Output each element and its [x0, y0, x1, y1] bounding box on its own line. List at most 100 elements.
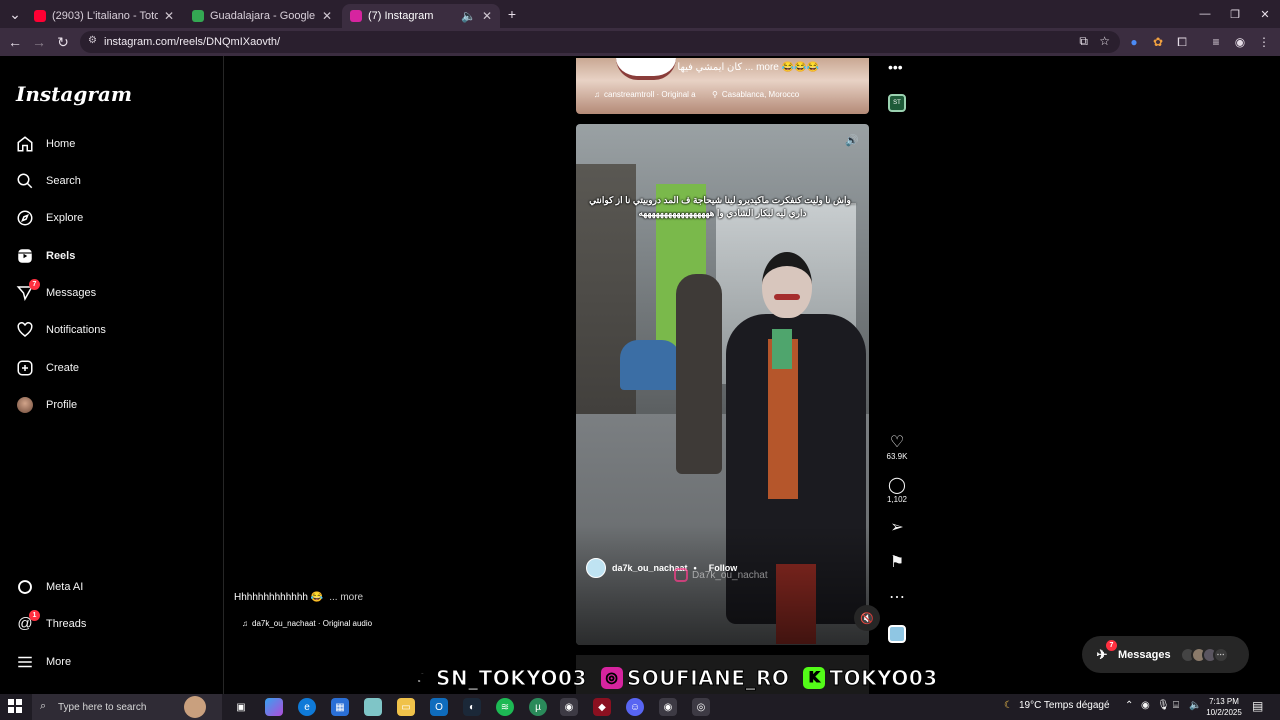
- audio-label: canstreamtroll · Original a: [604, 90, 696, 99]
- site-info-icon[interactable]: ⚙: [88, 35, 97, 46]
- app-icon[interactable]: ◆: [593, 698, 611, 716]
- chrome-icon[interactable]: ◉: [659, 698, 677, 716]
- menu-kebab-icon[interactable]: ⋮: [1256, 34, 1272, 50]
- maximize-button[interactable]: ❐: [1226, 5, 1244, 23]
- send-icon: ➢: [890, 519, 904, 536]
- tab-google-maps[interactable]: Guadalajara - Google Maps ✕: [184, 4, 340, 28]
- close-window-button[interactable]: ✕: [1256, 5, 1274, 23]
- edge-icon[interactable]: e: [298, 698, 316, 716]
- tray-app-icon[interactable]: ◉: [1141, 700, 1150, 711]
- sidebar-item-label: Meta AI: [46, 581, 84, 593]
- outlook-icon[interactable]: O: [430, 698, 448, 716]
- profile-avatar-icon[interactable]: ◉: [1232, 34, 1248, 50]
- windows-start-icon[interactable]: [8, 699, 22, 713]
- reels-feed[interactable]: كان ايمشي فيها ... more 😂😂😂 ♫ canstreamtr…: [224, 56, 1280, 694]
- reload-icon[interactable]: ↻: [54, 33, 72, 51]
- back-icon[interactable]: ←: [6, 33, 24, 51]
- reel-video[interactable]: _واش نا وليت كنفكرت ماكيديرو لينا شيحاجة…: [576, 124, 869, 645]
- store-icon[interactable]: ▦: [331, 698, 349, 716]
- install-app-icon[interactable]: ⧉: [1079, 34, 1088, 49]
- reel-location[interactable]: ⚲ Casablanca, Morocco: [712, 90, 799, 99]
- bookmark-star-icon[interactable]: ☆: [1099, 34, 1110, 48]
- scene-person-face: [762, 252, 812, 318]
- tab-instagram[interactable]: (7) Instagram 🔈 ✕: [342, 4, 500, 28]
- comment-button[interactable]: ◯ 1,102: [884, 477, 910, 504]
- like-button[interactable]: ♡ 63.9K: [884, 434, 910, 461]
- microphone-icon[interactable]: 🎙: [1157, 700, 1170, 711]
- notification-badge: 7: [29, 279, 40, 290]
- clock-date: 10/2/2025: [1206, 708, 1242, 717]
- tab-title: (2903) L'italiano - Toto Cutugno: [52, 10, 158, 22]
- reel-audio[interactable]: ♫ da7k_ou_nachaat · Original audio: [242, 619, 372, 628]
- volume-icon[interactable]: 🔊: [845, 134, 859, 147]
- compass-icon: [16, 209, 34, 227]
- sidebar-item-profile[interactable]: Profile: [16, 391, 212, 419]
- mute-button[interactable]: 🔇: [854, 605, 880, 631]
- more-options-button[interactable]: ⋯: [884, 589, 910, 607]
- file-explorer-icon[interactable]: ▭: [397, 698, 415, 716]
- sidebar-item-messages[interactable]: 7 Messages: [16, 279, 212, 307]
- chrome-icon[interactable]: ◉: [560, 698, 578, 716]
- reel-caption[interactable]: كان ايمشي فيها ... more 😂😂😂: [677, 62, 819, 73]
- app-icon[interactable]: [364, 698, 382, 716]
- sidebar-item-label: Search: [46, 175, 81, 187]
- sidebar-item-reels[interactable]: Reels: [16, 242, 212, 270]
- steam-icon[interactable]: ◐: [463, 698, 481, 716]
- app-icon[interactable]: ◎: [692, 698, 710, 716]
- reading-list-icon[interactable]: ≡: [1208, 34, 1224, 50]
- extensions-puzzle-icon[interactable]: ⧠: [1174, 34, 1190, 50]
- discord-icon[interactable]: ☺: [626, 698, 644, 716]
- instagram-logo[interactable]: Instagram: [16, 82, 132, 106]
- extension-icon[interactable]: ●: [1126, 34, 1142, 50]
- close-tab-icon[interactable]: ✕: [482, 9, 492, 23]
- notification-center-icon[interactable]: ▤: [1252, 699, 1263, 713]
- network-icon[interactable]: ⌸: [1173, 700, 1179, 711]
- tab-title: Guadalajara - Google Maps: [210, 10, 316, 22]
- tab-youtube[interactable]: (2903) L'italiano - Toto Cutugno ✕: [26, 4, 182, 28]
- sidebar-item-search[interactable]: Search: [16, 167, 212, 195]
- address-bar[interactable]: ⚙ instagram.com/reels/DNQmIXaovth/ ⧉ ☆: [80, 31, 1120, 53]
- taskbar-clock[interactable]: 7:13 PM 10/2/2025: [1200, 696, 1248, 718]
- sidebar-item-notifications[interactable]: Notifications: [16, 316, 212, 344]
- scene-person-mouth: [774, 294, 800, 300]
- audio-thumbnail[interactable]: [888, 625, 906, 643]
- speaker-icon[interactable]: 🔈: [461, 9, 476, 23]
- sidebar-item-home[interactable]: Home: [16, 130, 212, 158]
- sidebar-item-meta-ai[interactable]: Meta AI: [16, 573, 212, 601]
- utorrent-icon[interactable]: µ: [529, 698, 547, 716]
- instagram-sidebar: Instagram Home Search Explore Reels 7 Me…: [0, 56, 224, 694]
- close-tab-icon[interactable]: ✕: [322, 9, 332, 23]
- reel-audio[interactable]: ♫ canstreamtroll · Original a: [594, 90, 696, 99]
- close-tab-icon[interactable]: ✕: [164, 9, 174, 23]
- forward-icon[interactable]: →: [30, 33, 48, 51]
- new-tab-button[interactable]: +: [503, 5, 521, 23]
- sidebar-item-more[interactable]: More: [16, 648, 212, 676]
- minimize-button[interactable]: —: [1196, 5, 1214, 23]
- copilot-icon[interactable]: [265, 698, 283, 716]
- sidebar-item-create[interactable]: Create: [16, 354, 212, 382]
- avatar[interactable]: [586, 558, 606, 578]
- more-link[interactable]: ... more: [329, 592, 363, 603]
- comment-count: 1,102: [886, 495, 908, 504]
- sidebar-item-explore[interactable]: Explore: [16, 204, 212, 232]
- share-button[interactable]: ➢: [884, 519, 910, 537]
- sidebar-item-threads[interactable]: @ 1 Threads: [16, 610, 212, 638]
- more-options-icon[interactable]: •••: [888, 59, 903, 75]
- weather-text: 19°C Temps dégagé: [1018, 700, 1110, 711]
- messages-pill[interactable]: ✈ 7 Messages ⋯: [1082, 636, 1249, 673]
- taskbar-search-input[interactable]: ⌕ Type here to search: [32, 694, 222, 720]
- clock-time: 7:13 PM: [1209, 697, 1239, 706]
- notification-badge: 7: [1106, 639, 1117, 651]
- kick-icon: K: [803, 667, 826, 689]
- weather-widget[interactable]: ☾ 19°C Temps dégagé: [1004, 700, 1110, 711]
- save-button[interactable]: ⚑: [884, 554, 910, 572]
- previous-reel[interactable]: كان ايمشي فيها ... more 😂😂😂 ♫ canstreamtr…: [576, 58, 869, 114]
- task-view-icon[interactable]: ▣: [232, 698, 250, 716]
- audio-label: da7k_ou_nachaat · Original audio: [252, 619, 373, 628]
- tab-search-icon[interactable]: ⌄: [6, 5, 24, 23]
- spotify-icon[interactable]: ≋: [496, 698, 514, 716]
- extension-icon[interactable]: ✿: [1150, 34, 1166, 50]
- chevron-up-icon[interactable]: ⌃: [1125, 700, 1133, 711]
- sidebar-item-label: Profile: [46, 399, 78, 411]
- audio-thumbnail[interactable]: ST: [888, 94, 906, 112]
